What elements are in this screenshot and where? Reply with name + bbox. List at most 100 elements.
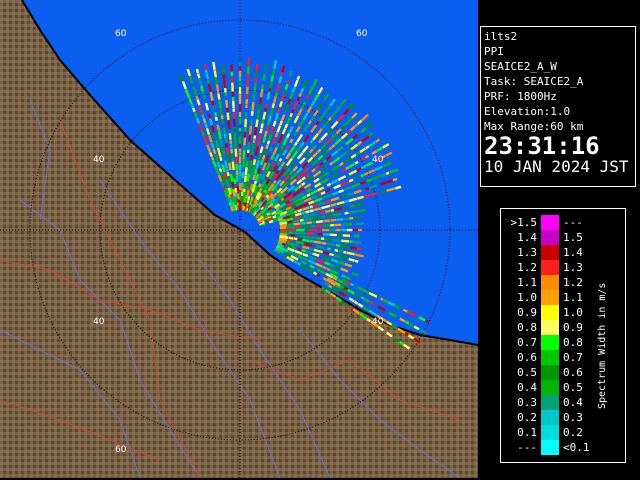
legend-high-label: 0.7 xyxy=(563,351,583,364)
echo-segment xyxy=(344,199,349,204)
echo-segment xyxy=(232,188,236,197)
echo-segment xyxy=(243,182,247,189)
echo-segment xyxy=(253,169,258,175)
echo-segment xyxy=(268,87,272,92)
echo-segment xyxy=(330,202,337,207)
echo-segment xyxy=(336,217,344,222)
echo-segment xyxy=(251,165,255,172)
legend-swatch xyxy=(541,350,559,365)
echo-segment xyxy=(274,132,279,138)
echo-segment xyxy=(360,296,365,300)
echo-segment xyxy=(205,73,210,80)
echo-segment xyxy=(404,320,410,325)
echo-segment xyxy=(263,130,268,138)
color-legend: Spectrum Width in m/s >1.5 --- 1.4 1.5 1.3 1.… xyxy=(500,208,626,463)
echo-segment xyxy=(215,84,220,94)
range-label: 40 xyxy=(93,317,105,327)
echo-segment xyxy=(204,123,208,129)
echo-segment xyxy=(286,79,290,84)
echo-segment xyxy=(283,89,287,95)
echo-segment xyxy=(286,252,292,257)
echo-segment xyxy=(281,65,286,73)
echo-segment xyxy=(349,282,355,287)
echo-segment xyxy=(263,189,268,194)
echo-segment xyxy=(380,189,387,194)
echo-segment xyxy=(220,181,225,187)
echo-segment xyxy=(209,151,213,158)
echo-segment xyxy=(260,123,264,129)
echo-segment xyxy=(299,218,304,222)
echo-segment xyxy=(327,247,331,251)
echo-segment xyxy=(223,133,227,138)
echo-segment xyxy=(370,192,378,196)
echo-segment xyxy=(217,130,222,140)
echo-segment xyxy=(257,183,262,188)
legend-high-label: 1.0 xyxy=(563,306,583,319)
echo-segment xyxy=(275,87,280,93)
echo-segment xyxy=(278,237,288,242)
echo-segment xyxy=(293,216,300,220)
echo-segment xyxy=(340,284,345,289)
echo-segment xyxy=(330,218,337,222)
echo-segment xyxy=(227,120,231,130)
echo-segment xyxy=(213,112,218,117)
echo-segment xyxy=(299,204,304,209)
echo-segment xyxy=(355,202,364,207)
legend-swatch xyxy=(541,275,559,290)
echo-segment xyxy=(306,221,313,225)
legend-row: 0.6 0.7 xyxy=(501,350,625,365)
echo-segment xyxy=(251,101,255,111)
echo-segment xyxy=(279,120,284,126)
echo-segment xyxy=(282,242,287,247)
echo-segment xyxy=(365,187,370,191)
echo-segment xyxy=(315,220,323,224)
legend-high-label: 0.2 xyxy=(563,426,583,439)
echo-segment xyxy=(272,179,277,185)
echo-segment xyxy=(321,286,326,291)
echo-segment xyxy=(257,103,262,110)
echo-segment xyxy=(301,211,306,215)
echo-segment xyxy=(296,261,301,266)
legend-low-label: 1.4 xyxy=(517,231,537,244)
echo-segment xyxy=(345,166,350,170)
echo-segment xyxy=(290,204,296,209)
echo-segment xyxy=(360,156,366,161)
scan-date: 10 JAN 2024 JST xyxy=(484,157,629,176)
echo-segment xyxy=(253,135,257,139)
legend-high-label: <0.1 xyxy=(563,441,590,454)
echo-segment xyxy=(383,299,388,303)
echo-segment xyxy=(302,238,310,243)
legend-swatch xyxy=(541,215,559,230)
echo-segment xyxy=(263,149,268,156)
echo-segment xyxy=(233,178,237,185)
echo-segment xyxy=(303,242,313,247)
echo-segment xyxy=(299,215,304,219)
echo-segment xyxy=(211,100,215,106)
echo-segment xyxy=(249,171,254,179)
echo-segment xyxy=(195,95,199,100)
echo-segment xyxy=(264,64,268,71)
echo-segment xyxy=(278,218,287,223)
echo-segment xyxy=(270,75,274,82)
echo-segment xyxy=(244,167,248,176)
echo-segment xyxy=(353,216,360,220)
echo-segment xyxy=(271,103,276,109)
echo-segment xyxy=(262,111,267,120)
echo-segment xyxy=(318,175,323,180)
echo-segment xyxy=(303,214,310,218)
echo-segment xyxy=(267,115,272,122)
echo-segment xyxy=(287,220,293,224)
legend-low-label: 0.9 xyxy=(517,306,537,319)
legend-row: 0.2 0.3 xyxy=(501,410,625,425)
echo-segment xyxy=(272,96,277,104)
echo-segment xyxy=(226,154,231,163)
echo-segment xyxy=(318,201,325,206)
echo-segment xyxy=(309,212,317,217)
echo-segment xyxy=(324,199,331,204)
echo-segment xyxy=(258,187,263,193)
echo-segment xyxy=(247,141,251,150)
echo-segment xyxy=(252,174,256,181)
legend-high-label: 1.4 xyxy=(563,246,583,259)
legend-low-label: 1.1 xyxy=(517,276,537,289)
echo-segment xyxy=(224,160,229,169)
